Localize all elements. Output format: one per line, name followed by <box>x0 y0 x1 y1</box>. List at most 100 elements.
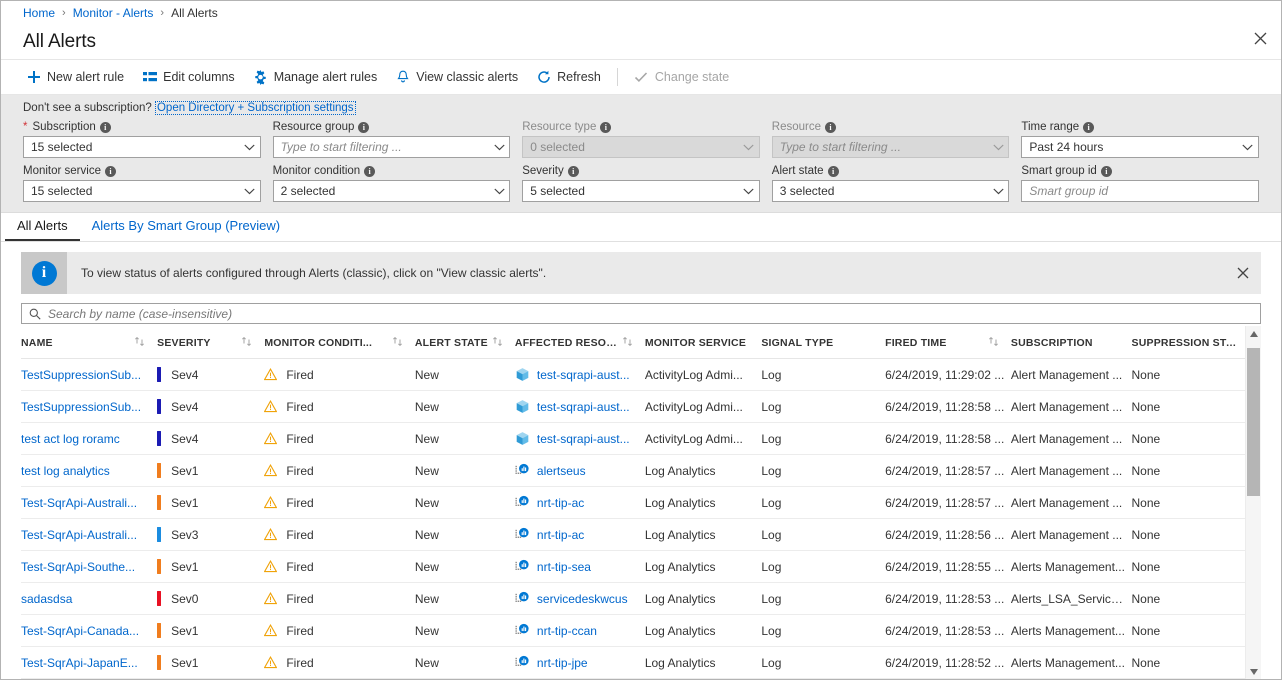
sort-arrows-icon[interactable] <box>241 336 260 349</box>
monitor-condition-dropdown[interactable]: 2 selected <box>272 180 511 202</box>
log-analytics-icon <box>515 591 530 606</box>
table-row[interactable]: Test-SqrApi-Southe... Sev1 Fired New nrt-tip… <box>21 550 1245 583</box>
table-row[interactable]: Test-SqrApi-Australi... Sev1 Fired New nrt-t… <box>21 486 1245 519</box>
table-row[interactable]: Test-SqrApi-Canada... Sev1 Fired New nrt-tip… <box>21 614 1245 647</box>
cell-alert-state: New <box>414 518 515 551</box>
cell-monitor-condition: Fired <box>264 550 415 583</box>
column-header-name[interactable]: NAME <box>21 326 158 359</box>
severity-dropdown[interactable]: 5 selected <box>522 180 760 202</box>
breadcrumb-item-monitor-alerts[interactable]: Monitor - Alerts <box>73 6 154 20</box>
affected-resource-link[interactable]: alertseus <box>537 464 586 478</box>
cell-severity: Sev4 <box>157 358 265 391</box>
column-header-alert-state[interactable]: ALERT STATE <box>414 326 515 359</box>
affected-resource-link[interactable]: nrt-tip-sea <box>537 560 591 574</box>
table-row[interactable]: TestSuppressionSub... Sev4 Fired New test-sq… <box>21 390 1245 423</box>
open-directory-subscription-settings-link[interactable]: Open Directory + Subscription settings <box>154 101 356 115</box>
search-input[interactable] <box>46 305 1254 322</box>
affected-resource-link[interactable]: nrt-tip-jpe <box>537 656 588 670</box>
table-row[interactable]: Test-SqrApi-JapanE... Sev1 Fired New nrt-tip… <box>21 646 1245 679</box>
new-alert-rule-button[interactable]: New alert rule <box>17 66 133 89</box>
scroll-down-button[interactable] <box>1246 664 1261 679</box>
affected-resource-link[interactable]: test-sqrapi-aust... <box>537 400 630 414</box>
smart-group-id-input[interactable]: Smart group id <box>1021 180 1259 202</box>
table-row[interactable]: test act log roramc Sev4 Fired New test-sqra… <box>21 422 1245 455</box>
resource-group-dropdown[interactable]: Type to start filtering ... <box>272 136 511 158</box>
change-state-button[interactable]: Change state <box>625 66 738 89</box>
alert-name-link[interactable]: sadasdsa <box>21 592 72 606</box>
scrollbar-thumb[interactable] <box>1247 348 1260 497</box>
time-range-dropdown[interactable]: Past 24 hours <box>1021 136 1259 158</box>
alert-name-link[interactable]: TestSuppressionSub... <box>21 368 141 382</box>
severity-label: Sev1 <box>171 655 199 670</box>
column-header-affected-resource[interactable]: AFFECTED RESOURCE <box>514 326 645 359</box>
info-icon[interactable]: i <box>364 165 376 177</box>
alert-state-value: 3 selected <box>779 184 835 198</box>
info-icon[interactable]: i <box>567 165 579 177</box>
sort-arrows-icon[interactable] <box>988 336 1007 349</box>
column-header-monitor-conditi[interactable]: MONITOR CONDITI... <box>264 326 415 359</box>
column-header-signal-type[interactable]: SIGNAL TYPE <box>761 326 886 359</box>
info-icon[interactable]: i <box>358 121 370 133</box>
alert-name-link[interactable]: Test-SqrApi-Australi... <box>21 528 137 542</box>
monitor-service-dropdown[interactable]: 15 selected <box>23 180 261 202</box>
alert-name-link[interactable]: test log analytics <box>21 464 110 478</box>
affected-resource-link[interactable]: test-sqrapi-aust... <box>537 368 630 382</box>
resource-dropdown[interactable]: Type to start filtering ... <box>771 136 1010 158</box>
edit-columns-button[interactable]: Edit columns <box>133 66 244 89</box>
info-icon[interactable]: i <box>1100 165 1112 177</box>
manage-alert-rules-button[interactable]: Manage alert rules <box>244 66 387 89</box>
alert-name-link[interactable]: TestSuppressionSub... <box>21 400 141 414</box>
cell-suppression-status: None <box>1131 582 1245 615</box>
severity-label: Sev1 <box>171 559 199 574</box>
dismiss-info-banner-button[interactable] <box>1225 252 1261 294</box>
alert-name-link[interactable]: test act log roramc <box>21 432 120 446</box>
alert-name-link[interactable]: Test-SqrApi-Australi... <box>21 496 137 510</box>
column-header-suppression-stat[interactable]: SUPPRESSION STAT... <box>1131 326 1245 359</box>
alert-state-dropdown[interactable]: 3 selected <box>771 180 1010 202</box>
sort-arrows-icon[interactable] <box>134 336 153 349</box>
affected-resource-link[interactable]: test-sqrapi-aust... <box>537 432 630 446</box>
info-icon[interactable]: i <box>104 165 116 177</box>
breadcrumb-item-home[interactable]: Home <box>23 6 55 20</box>
column-header-severity[interactable]: SEVERITY <box>157 326 265 359</box>
vertical-scrollbar[interactable] <box>1245 326 1261 679</box>
resource-placeholder: Type to start filtering ... <box>779 140 901 154</box>
resource-type-dropdown[interactable]: 0 selected <box>522 136 760 158</box>
table-row[interactable]: test log analytics Sev1 Fired New alertseus L… <box>21 454 1245 487</box>
scroll-up-button[interactable] <box>1246 326 1261 341</box>
info-icon[interactable]: i <box>1083 121 1095 133</box>
cell-fired-time: 6/24/2019, 11:28:57 ... <box>885 486 1011 519</box>
cell-alert-state: New <box>414 486 515 519</box>
table-row[interactable]: sadasdsa Sev0 Fired New servicedeskwcus Log A… <box>21 582 1245 615</box>
table-row[interactable]: TestSuppressionSub... Sev4 Fired New test-sq… <box>21 358 1245 391</box>
view-classic-alerts-button[interactable]: View classic alerts <box>386 66 527 89</box>
column-header-label: NAME <box>21 336 53 349</box>
affected-resource-link[interactable]: servicedeskwcus <box>537 592 628 606</box>
cell-alert-state: New <box>414 582 515 615</box>
info-icon[interactable]: i <box>99 121 111 133</box>
info-icon[interactable]: i <box>827 165 839 177</box>
alert-name-link[interactable]: Test-SqrApi-Southe... <box>21 560 135 574</box>
sort-arrows-icon[interactable] <box>492 336 511 349</box>
alert-name-link[interactable]: Test-SqrApi-JapanE... <box>21 656 138 670</box>
column-header-subscription[interactable]: SUBSCRIPTION <box>1010 326 1132 359</box>
column-header-fired-time[interactable]: FIRED TIME <box>885 326 1011 359</box>
table-row[interactable]: Test-SqrApi-Australi... Sev3 Fired New nrt-t… <box>21 518 1245 551</box>
filter-severity: Severity i 5 selected <box>522 165 760 202</box>
bell-icon <box>395 70 410 85</box>
affected-resource-link[interactable]: nrt-tip-ac <box>537 528 584 542</box>
search-box[interactable] <box>21 303 1261 324</box>
info-icon[interactable]: i <box>825 121 836 133</box>
affected-resource-link[interactable]: nrt-tip-ac <box>537 496 584 510</box>
tab-alerts-by-smart-group[interactable]: Alerts By Smart Group (Preview) <box>80 214 293 241</box>
refresh-button[interactable]: Refresh <box>527 66 610 89</box>
close-blade-button[interactable] <box>1239 17 1281 59</box>
tab-all-alerts[interactable]: All Alerts <box>5 214 80 241</box>
column-header-monitor-service[interactable]: MONITOR SERVICE <box>644 326 762 359</box>
alert-name-link[interactable]: Test-SqrApi-Canada... <box>21 624 139 638</box>
affected-resource-link[interactable]: nrt-tip-ccan <box>537 624 597 638</box>
subscription-dropdown[interactable]: 15 selected <box>23 136 261 158</box>
info-icon[interactable]: i <box>600 121 612 133</box>
sort-arrows-icon[interactable] <box>622 336 641 349</box>
sort-arrows-icon[interactable] <box>392 336 411 349</box>
